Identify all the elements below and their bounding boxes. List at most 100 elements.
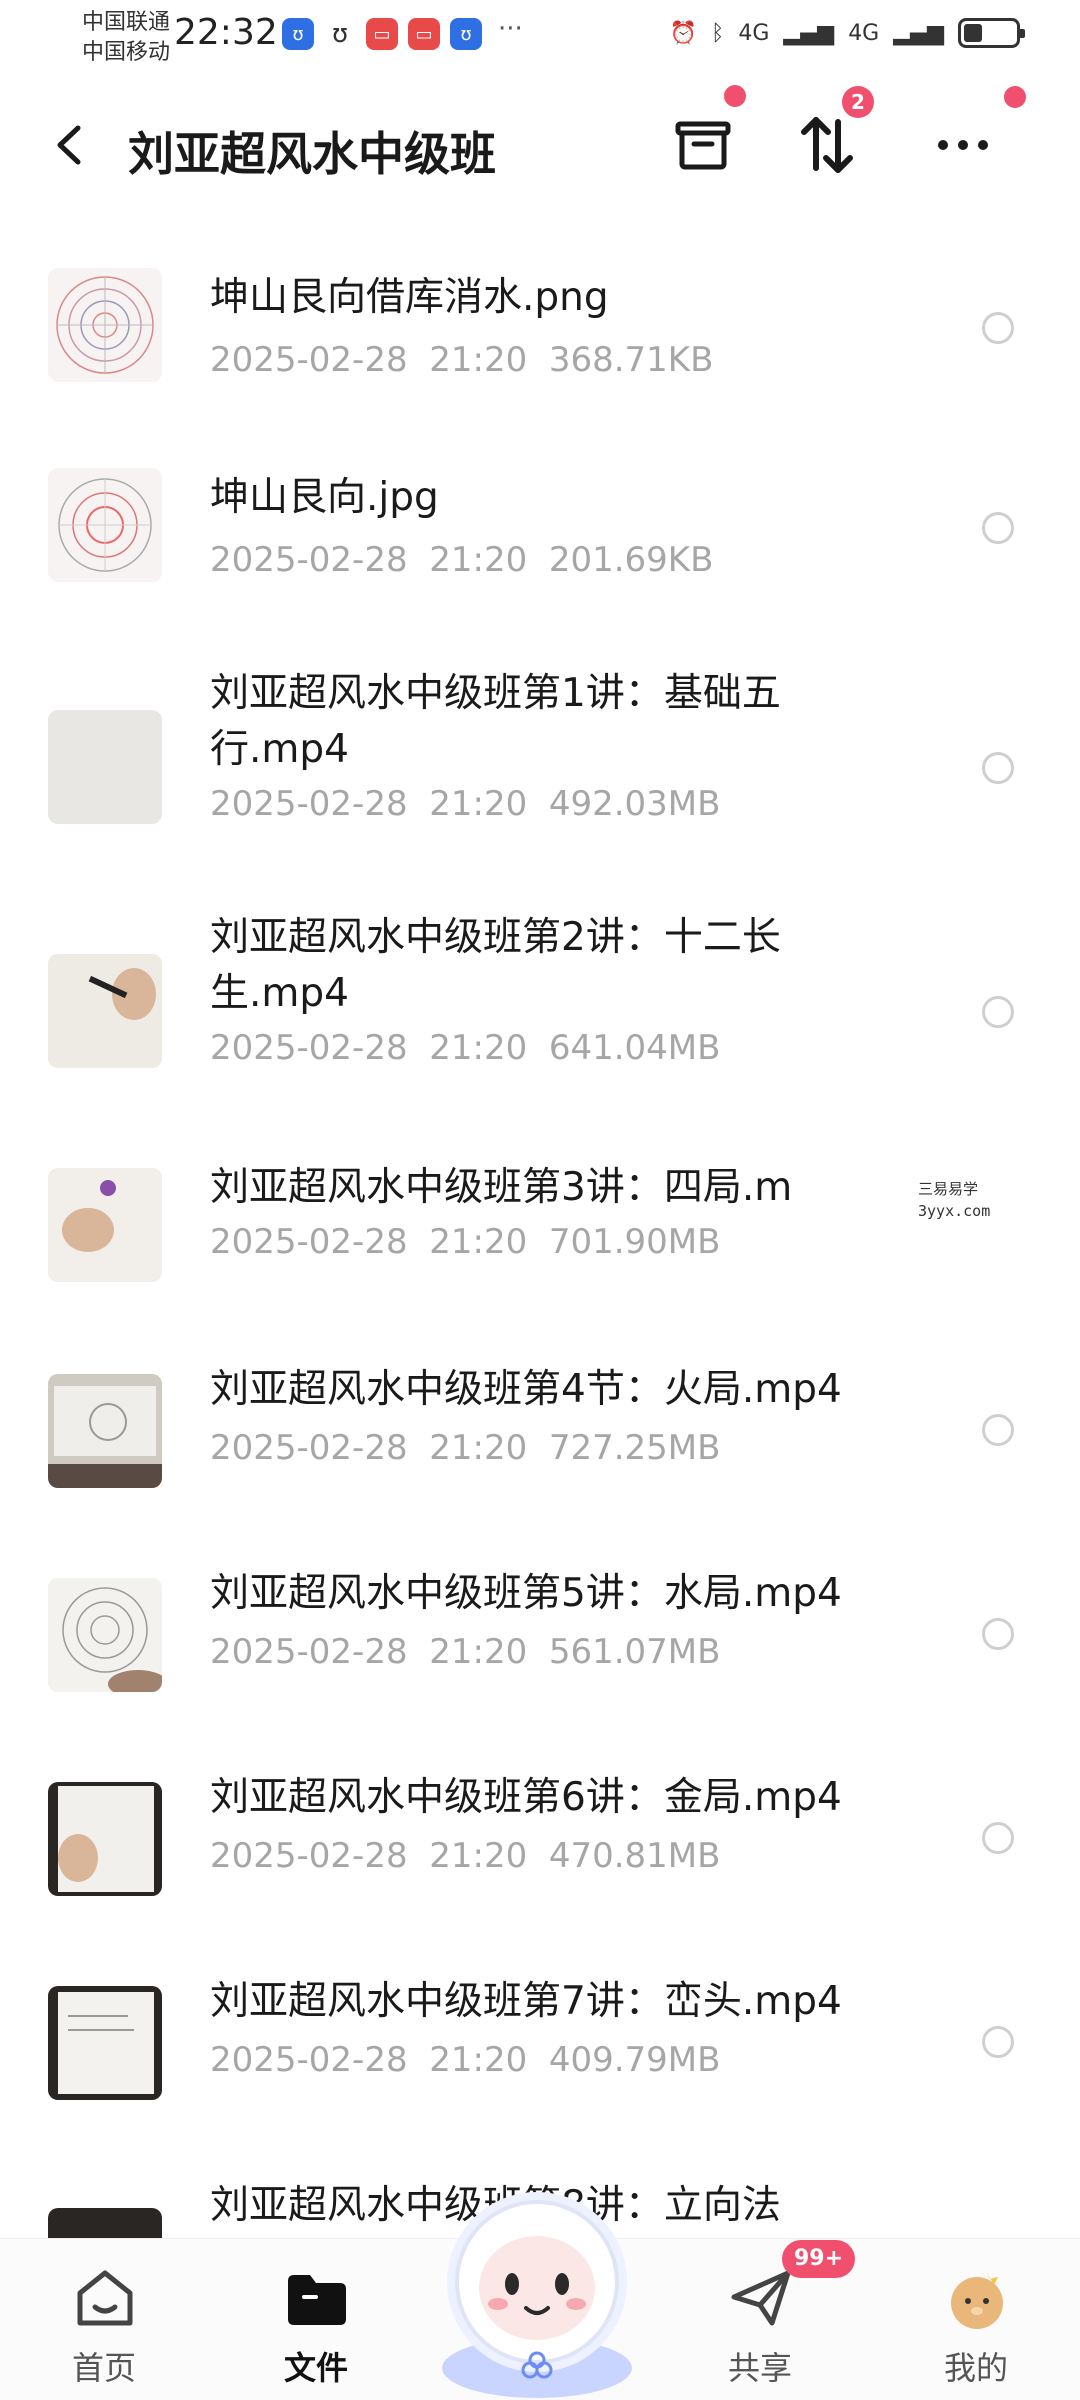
signal-icon: ▂▄▆ bbox=[893, 20, 944, 46]
system-indicators: ⏰ ᛒ 4G ▂▄▆ 4G ▂▄▆ bbox=[669, 18, 1025, 48]
file-name: 刘亚超风水中级班第3讲：四局.m bbox=[210, 1165, 793, 1210]
file-date: 2025-02-28 bbox=[210, 1428, 408, 1468]
file-time: 21:20 bbox=[429, 540, 528, 580]
select-radio[interactable] bbox=[982, 752, 1014, 784]
file-meta: 2025-02-28 21:20 492.03MB bbox=[210, 784, 720, 824]
file-name: 坤山艮向借库消水.png bbox=[210, 275, 609, 320]
signal-icon: ▂▄▆ bbox=[783, 20, 835, 46]
select-radio[interactable] bbox=[982, 1618, 1014, 1650]
network-type-2: 4G bbox=[848, 20, 880, 46]
archive-box-icon[interactable] bbox=[668, 110, 738, 180]
file-size: 409.79MB bbox=[548, 2040, 721, 2080]
select-radio[interactable] bbox=[982, 312, 1014, 344]
watermark-line-1: 三易易学 bbox=[918, 1180, 979, 1198]
file-date: 2025-02-28 bbox=[210, 1222, 408, 1262]
status-time: 22:32 bbox=[174, 12, 278, 53]
file-date: 2025-02-28 bbox=[210, 1836, 408, 1876]
transfer-count-badge: 2 bbox=[842, 86, 874, 118]
file-date: 2025-02-28 bbox=[210, 1028, 408, 1068]
select-radio[interactable] bbox=[982, 996, 1014, 1028]
battery-fill bbox=[964, 24, 982, 42]
file-size: 727.25MB bbox=[548, 1428, 721, 1468]
file-meta: 2025-02-28 21:20 561.07MB bbox=[210, 1632, 720, 1672]
file-date: 2025-02-28 bbox=[210, 340, 408, 380]
notification-app-icon: ʊ bbox=[282, 18, 314, 50]
more-options-icon[interactable] bbox=[928, 110, 998, 180]
file-time: 21:20 bbox=[429, 784, 528, 824]
notification-app-icon: ʊ bbox=[450, 18, 482, 50]
file-size: 368.71KB bbox=[548, 340, 714, 380]
avatar-icon bbox=[951, 2271, 1003, 2329]
select-radio[interactable] bbox=[982, 1822, 1014, 1854]
folder-icon bbox=[288, 2275, 346, 2325]
file-meta: 2025-02-28 21:20 701.90MB bbox=[210, 1222, 720, 1262]
file-meta: 2025-02-28 21:20 727.25MB bbox=[210, 1428, 720, 1468]
file-meta: 2025-02-28 21:20 409.79MB bbox=[210, 2040, 720, 2080]
file-name: 刘亚超风水中级班第5讲：水局.mp4 bbox=[210, 1571, 842, 1616]
file-time: 21:20 bbox=[429, 2040, 528, 2080]
video-thumbnail-image bbox=[48, 954, 162, 1068]
select-radio[interactable] bbox=[982, 2026, 1014, 2058]
watermark: 三易易学 3yyx.com bbox=[918, 1178, 990, 1222]
file-size: 201.69KB bbox=[548, 540, 714, 580]
file-name: 刘亚超风水中级班第6讲：金局.mp4 bbox=[210, 1775, 842, 1820]
select-radio[interactable] bbox=[982, 512, 1014, 544]
app-root: 中国联通 中国移动 22:32 ʊ ʊ ▭ ▭ ʊ ··· ⏰ ᛒ 4G ▂▄▆… bbox=[0, 0, 1080, 2400]
file-meta: 2025-02-28 21:20 470.81MB bbox=[210, 1836, 720, 1876]
file-meta: 2025-02-28 21:20 201.69KB bbox=[210, 540, 713, 580]
mascot-assistant-icon[interactable] bbox=[426, 2178, 648, 2400]
transfer-list-icon[interactable] bbox=[792, 110, 862, 180]
file-size: 561.07MB bbox=[548, 1632, 721, 1672]
file-thumbnail-image bbox=[48, 268, 162, 382]
file-name: 刘亚超风水中级班第7讲：峦头.mp4 bbox=[210, 1979, 842, 2024]
file-size: 470.81MB bbox=[548, 1836, 721, 1876]
more-notification-dot bbox=[1004, 86, 1026, 108]
page-title: 刘亚超风水中级班 bbox=[128, 127, 496, 181]
file-date: 2025-02-28 bbox=[210, 784, 408, 824]
back-arrow-icon[interactable] bbox=[50, 120, 90, 170]
file-name: 刘亚超风水中级班第2讲：十二长生.mp4 bbox=[210, 915, 781, 1016]
file-time: 21:20 bbox=[429, 1028, 528, 1068]
bluetooth-icon: ᛒ bbox=[711, 20, 725, 46]
video-thumbnail-image bbox=[48, 1374, 162, 1488]
network-type-1: 4G bbox=[738, 20, 770, 46]
nav-mine[interactable]: 我的 bbox=[896, 2239, 1056, 2400]
file-meta: 2025-02-28 21:20 641.04MB bbox=[210, 1028, 720, 1068]
file-time: 21:20 bbox=[429, 1836, 528, 1876]
more-notifications-icon: ··· bbox=[498, 14, 523, 44]
nav-files[interactable]: 文件 bbox=[236, 2239, 396, 2400]
file-time: 21:20 bbox=[429, 1428, 528, 1468]
notification-app-icon: ▭ bbox=[366, 18, 398, 50]
status-bar: 中国联通 中国移动 22:32 ʊ ʊ ▭ ▭ ʊ ··· ⏰ ᛒ 4G ▂▄▆… bbox=[0, 0, 1080, 80]
alarm-icon: ⏰ bbox=[669, 20, 698, 46]
battery-icon bbox=[958, 18, 1025, 48]
home-icon bbox=[77, 2270, 133, 2326]
app-header: 刘亚超风水中级班 2 bbox=[0, 80, 1080, 210]
carrier-2: 中国移动 bbox=[82, 40, 171, 65]
file-time: 21:20 bbox=[429, 340, 528, 380]
nav-files-label: 文件 bbox=[283, 2349, 348, 2387]
file-thumbnail-image bbox=[48, 468, 162, 582]
file-date: 2025-02-28 bbox=[210, 1632, 408, 1672]
file-name: 刘亚超风水中级班第4节：火局.mp4 bbox=[210, 1367, 842, 1412]
select-radio[interactable] bbox=[982, 1414, 1014, 1446]
notification-icons: ʊ ʊ ▭ ▭ ʊ bbox=[282, 18, 482, 50]
file-time: 21:20 bbox=[429, 1222, 528, 1262]
video-thumbnail-image bbox=[48, 1168, 162, 1282]
archive-notification-dot bbox=[724, 85, 746, 107]
file-date: 2025-02-28 bbox=[210, 540, 408, 580]
video-thumbnail-image bbox=[48, 1782, 162, 1896]
notification-app-icon: ▭ bbox=[408, 18, 440, 50]
nav-home[interactable]: 首页 bbox=[24, 2239, 184, 2400]
file-size: 641.04MB bbox=[548, 1028, 721, 1068]
video-thumbnail-image bbox=[48, 1986, 162, 2100]
file-name: 坤山艮向.jpg bbox=[210, 475, 439, 520]
notification-app-icon: ʊ bbox=[331, 19, 349, 49]
carrier-info: 中国联通 中国移动 bbox=[82, 8, 170, 68]
file-size: 492.03MB bbox=[548, 784, 721, 824]
nav-share-label: 共享 bbox=[727, 2349, 792, 2387]
file-meta: 2025-02-28 21:20 368.71KB bbox=[210, 340, 713, 380]
watermark-line-2: 3yyx.com bbox=[918, 1202, 991, 1220]
share-count-badge: 99+ bbox=[782, 2240, 856, 2278]
nav-home-label: 首页 bbox=[71, 2349, 136, 2387]
